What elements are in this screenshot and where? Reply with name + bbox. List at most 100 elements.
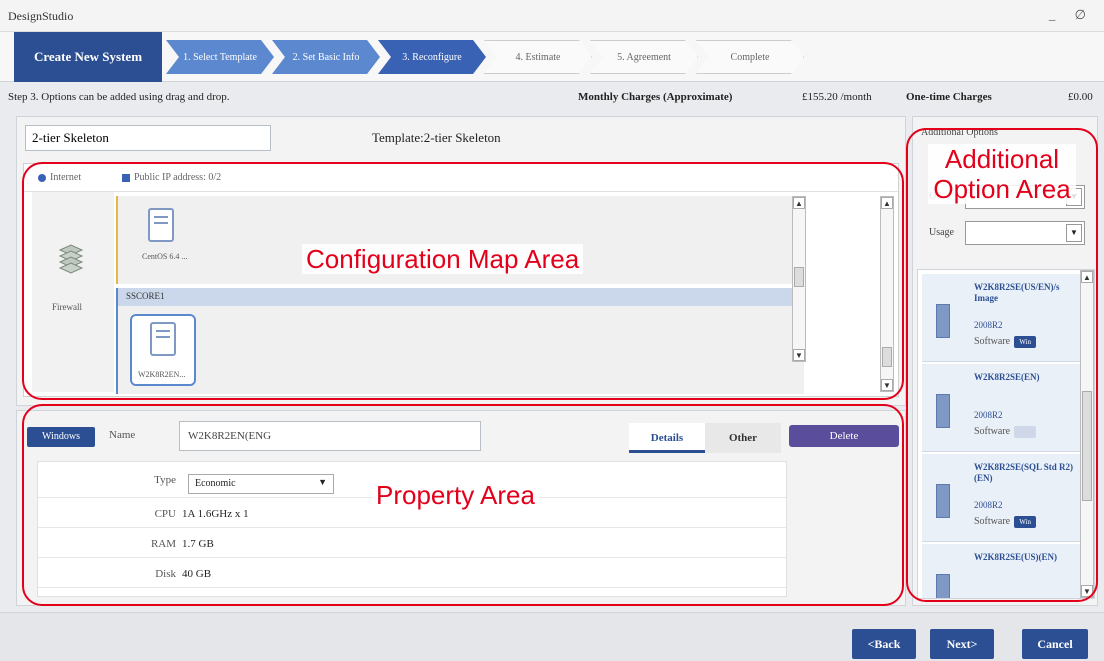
scroll-down-icon[interactable]: ▼	[881, 379, 893, 391]
public-ip-indicator: Public IP address: 0/2	[122, 172, 221, 183]
app-title: DesignStudio	[8, 9, 74, 23]
option-tag: Win	[1014, 516, 1037, 528]
server-icon	[150, 322, 176, 356]
disk-value: 40 GB	[182, 568, 212, 580]
usage-filter-select[interactable]: ▼	[965, 221, 1085, 245]
scroll-up-icon[interactable]: ▲	[793, 197, 805, 209]
tier-2-segment[interactable]: SSCORE1 W2K8R2EN...	[116, 288, 804, 394]
additional-options-title: Additional Options	[921, 127, 998, 138]
os-badge: Windows	[27, 427, 95, 447]
scroll-thumb[interactable]	[882, 347, 892, 367]
option-card[interactable]: W2K8R2SE(US)(EN)	[922, 544, 1080, 598]
step-estimate: 4. Estimate	[484, 40, 592, 74]
server-name-input[interactable]	[179, 421, 481, 451]
monthly-charges-value: £155.20 /month	[802, 91, 872, 103]
public-ip-label: Public IP address: 0/2	[134, 172, 222, 183]
step-instruction: Step 3. Options can be added using drag …	[8, 91, 230, 103]
info-bar: Step 3. Options can be added using drag …	[0, 88, 1104, 110]
step-complete: Complete	[696, 40, 804, 74]
option-kind-text: Software	[974, 516, 1011, 527]
option-kind: Software Win	[974, 426, 1037, 438]
option-card[interactable]: W2K8R2SE(SQL Std R2)(EN) 2008R2 Software…	[922, 454, 1080, 542]
option-name: W2K8R2SE(US)(EN)	[974, 552, 1058, 562]
tier2-server-label: W2K8R2EN...	[138, 370, 186, 379]
cpu-label: CPU	[154, 508, 176, 520]
step-reconfigure[interactable]: 3. Reconfigure	[378, 40, 486, 74]
tier2-header: SSCORE1	[118, 288, 804, 306]
internet-label: Internet	[50, 172, 82, 183]
option-version: 2008R2	[974, 410, 1003, 420]
scroll-up-icon[interactable]: ▲	[881, 197, 893, 209]
chevron-down-icon: ▼	[318, 477, 327, 487]
config-map-annotation-label: Configuration Map Area	[302, 244, 584, 274]
map-toolbar: Internet Public IP address: 0/2	[24, 164, 898, 192]
property-row-ram: RAM 1.7 GB	[38, 532, 786, 558]
option-version: 2008R2	[974, 320, 1003, 330]
firewall-icon[interactable]	[56, 242, 86, 276]
server-icon	[936, 304, 950, 338]
back-button[interactable]: <Back	[852, 629, 916, 659]
step-agreement: 5. Agreement	[590, 40, 698, 74]
options-scrollbar[interactable]: ▲ ▼	[1080, 270, 1094, 598]
tab-other[interactable]: Other	[705, 423, 781, 453]
create-new-system-label: Create New System	[14, 32, 162, 82]
firewall-column: Firewall	[32, 192, 114, 392]
chevron-down-icon[interactable]: ▼	[1066, 224, 1082, 242]
scroll-thumb[interactable]	[1082, 391, 1092, 501]
option-card[interactable]: W2K8R2SE(EN) 2008R2 Software Win	[922, 364, 1080, 452]
configuration-map: Internet Public IP address: 0/2 Firewall…	[23, 163, 899, 397]
map-outer-scrollbar[interactable]: ▲ ▼	[880, 196, 894, 392]
server-icon	[936, 394, 950, 428]
cancel-button[interactable]: Cancel	[1022, 629, 1088, 659]
scroll-thumb[interactable]	[794, 267, 804, 287]
tab-details[interactable]: Details	[629, 423, 705, 453]
type-select[interactable]: Economic ▼	[188, 474, 334, 494]
ram-label: RAM	[150, 538, 176, 550]
step-select-template[interactable]: 1. Select Template	[166, 40, 274, 74]
public-ip-icon	[122, 173, 130, 182]
server-icon	[936, 484, 950, 518]
system-name-input[interactable]	[25, 125, 271, 151]
internet-toggle[interactable]: Internet	[38, 172, 81, 183]
scroll-down-icon[interactable]: ▼	[1081, 585, 1093, 597]
onetime-charges-value: £0.00	[1068, 91, 1093, 103]
usage-filter-label: Usage	[929, 227, 954, 238]
window-controls[interactable]: _ ∅	[1049, 7, 1094, 23]
delete-button[interactable]: Delete	[789, 425, 899, 447]
option-kind: Software Win	[974, 336, 1037, 348]
scroll-down-icon[interactable]: ▼	[793, 349, 805, 361]
option-name: W2K8R2SE(SQL Std R2)(EN)	[974, 462, 1074, 483]
property-annotation-label: Property Area	[372, 480, 539, 510]
internet-icon	[38, 173, 46, 182]
option-tag: Win	[1014, 336, 1037, 348]
step-set-basic-info[interactable]: 2. Set Basic Info	[272, 40, 380, 74]
firewall-label: Firewall	[52, 302, 82, 312]
selected-server[interactable]: W2K8R2EN...	[130, 314, 196, 386]
title-bar: DesignStudio _ ∅	[0, 0, 1104, 32]
next-button[interactable]: Next>	[930, 629, 994, 659]
option-version: 2008R2	[974, 500, 1003, 510]
scroll-up-icon[interactable]: ▲	[1081, 271, 1093, 283]
option-name: W2K8R2SE(US/EN)/s Image	[974, 282, 1060, 303]
template-label: Template:2-tier Skeleton	[372, 130, 501, 145]
option-kind-text: Software	[974, 426, 1011, 437]
option-card[interactable]: W2K8R2SE(US/EN)/s Image 2008R2 Software W…	[922, 274, 1080, 362]
type-label: Type	[154, 474, 176, 486]
monthly-charges-label: Monthly Charges (Approximate)	[578, 91, 733, 103]
type-select-value: Economic	[195, 478, 236, 489]
cpu-value: 1A 1.6GHz x 1	[182, 508, 249, 520]
option-name: W2K8R2SE(EN)	[974, 372, 1040, 382]
wizard-steps: Create New System 1. Select Template 2. …	[0, 32, 1104, 82]
disk-label: Disk	[155, 568, 176, 580]
server-icon	[936, 574, 950, 598]
option-kind-text: Software	[974, 336, 1011, 347]
name-label: Name	[109, 429, 136, 441]
tier1-server-label: CentOS 6.4 ...	[142, 252, 188, 261]
map-inner-scrollbar[interactable]: ▲ ▼	[792, 196, 806, 362]
option-tag: Win	[1014, 426, 1037, 438]
ram-value: 1.7 GB	[182, 538, 214, 550]
onetime-charges-label: One-time Charges	[906, 91, 992, 103]
footer-bar: <Back Next> Cancel	[0, 612, 1104, 661]
server-icon[interactable]	[148, 208, 174, 242]
option-kind: Software Win	[974, 516, 1037, 528]
